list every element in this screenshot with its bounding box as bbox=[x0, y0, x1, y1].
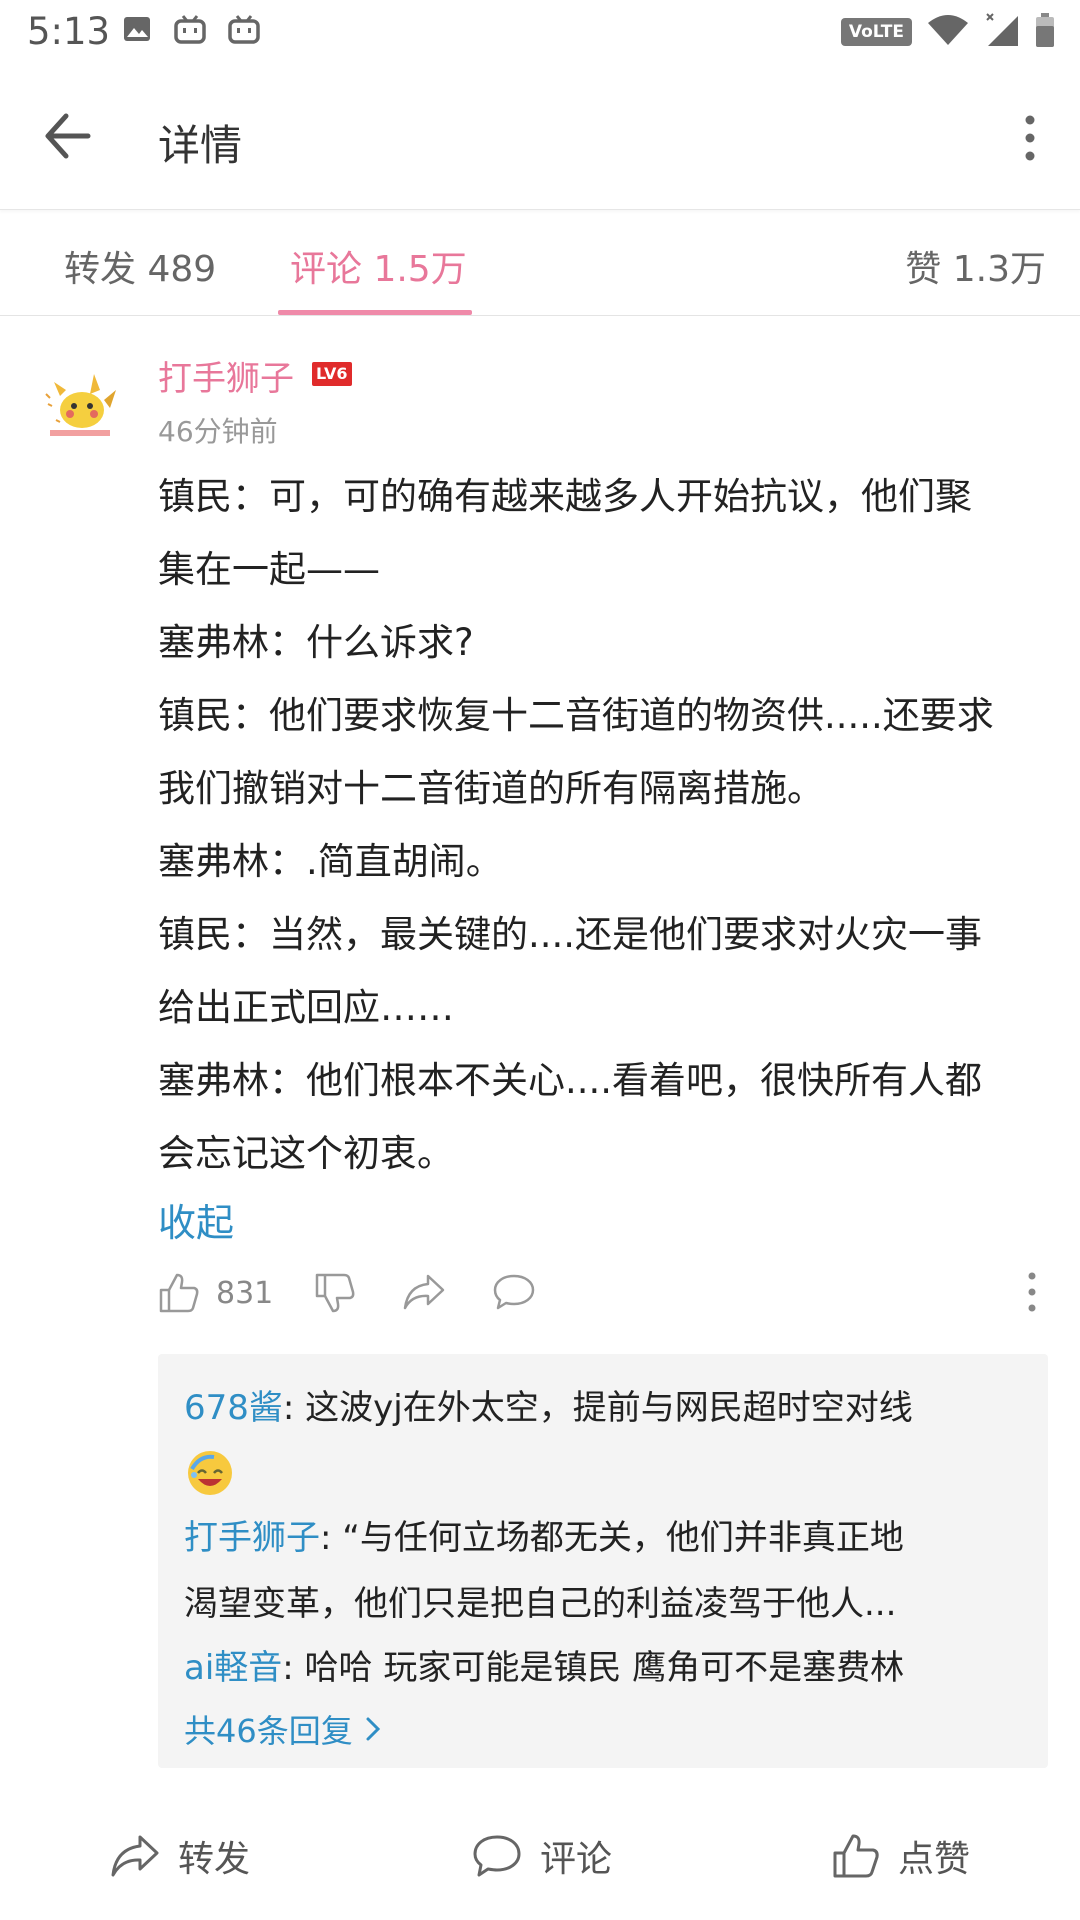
more-options-button[interactable] bbox=[1010, 108, 1050, 168]
reply-text: : 哈哈 玩家可能是镇民 鹰角可不是塞费林 bbox=[282, 1648, 905, 1688]
more-vertical-icon bbox=[1025, 115, 1035, 161]
app-bar: 详情 bbox=[0, 64, 1080, 210]
comment-more-button[interactable] bbox=[1026, 1270, 1038, 1314]
share-arrow-icon bbox=[111, 1835, 159, 1877]
share-button[interactable] bbox=[402, 1272, 446, 1312]
wifi-icon bbox=[926, 13, 970, 51]
comment-bubble-icon bbox=[493, 1274, 535, 1310]
detail-tabs: 转发 489 评论 1.5万 赞 1.3万 bbox=[0, 210, 1080, 316]
comment-username[interactable]: 打手狮子 bbox=[158, 351, 294, 400]
arrow-left-icon bbox=[45, 113, 91, 159]
reply-author[interactable]: 678酱 bbox=[184, 1388, 283, 1428]
comment-line: 给出正式回应…… bbox=[158, 986, 454, 1029]
comment-timestamp: 46分钟前 bbox=[158, 415, 278, 448]
avatar[interactable] bbox=[36, 360, 124, 448]
bottom-like-button[interactable]: 点赞 bbox=[832, 1830, 970, 1882]
signal-icon bbox=[984, 12, 1020, 52]
comment-line: 塞弗林：什么诉求? bbox=[158, 621, 474, 664]
bottom-comment-label: 评论 bbox=[540, 1839, 613, 1880]
thumbs-up-icon bbox=[833, 1834, 879, 1878]
share-arrow-icon bbox=[403, 1274, 445, 1310]
tab-comment[interactable]: 评论 1.5万 bbox=[290, 240, 467, 292]
comment-line: 会忘记这个初衷。 bbox=[158, 1132, 454, 1175]
level-badge: LV6 bbox=[312, 362, 352, 386]
bottom-repost-label: 转发 bbox=[178, 1839, 251, 1880]
back-button[interactable] bbox=[42, 110, 106, 166]
reply-button[interactable] bbox=[492, 1272, 536, 1312]
comment-line: 集在一起—— bbox=[158, 548, 380, 591]
tab-repost[interactable]: 转发 489 bbox=[64, 240, 216, 292]
system-icons: VoLTE bbox=[840, 12, 1056, 52]
status-time: 5:13 bbox=[27, 10, 111, 53]
pikachu-avatar-icon bbox=[36, 360, 124, 448]
bottom-repost-button[interactable]: 转发 bbox=[110, 1830, 250, 1882]
comment-content: 镇民：可，可的确有越来越多人开始抗议，他们聚 集在一起—— 塞弗林：什么诉求? … bbox=[158, 460, 1038, 1190]
like-button[interactable]: 831 bbox=[158, 1272, 273, 1314]
bottom-comment-button[interactable]: 评论 bbox=[472, 1830, 612, 1882]
replies-box[interactable]: 678酱: 这波yj在外太空，提前与网民超时空对线 打手狮子: “与任何立场都无… bbox=[158, 1354, 1048, 1768]
battery-icon bbox=[1034, 12, 1056, 52]
view-all-replies-link[interactable]: 共46条回复 bbox=[184, 1706, 381, 1752]
more-vertical-icon bbox=[1028, 1272, 1036, 1312]
notification-icons bbox=[122, 14, 260, 48]
like-count: 831 bbox=[216, 1275, 274, 1311]
comment-line: 镇民：可，可的确有越来越多人开始抗议，他们聚 bbox=[158, 475, 972, 518]
comment-bubble-icon bbox=[473, 1835, 521, 1877]
status-bar: 5:13 VoLTE bbox=[0, 0, 1080, 64]
bottom-like-label: 点赞 bbox=[898, 1839, 971, 1880]
comment-line: 塞弗林：他们根本不关心....看着吧，很快所有人都 bbox=[158, 1059, 983, 1102]
comment-line: 塞弗林：.简直胡闹。 bbox=[158, 840, 503, 883]
reply-author[interactable]: ai軽音 bbox=[184, 1648, 282, 1688]
reply-text: : “与任何立场都无关，他们并非真正地 bbox=[320, 1518, 904, 1558]
bilibili-tv-icon bbox=[228, 14, 260, 48]
reply-text: 渴望变革，他们只是把自己的利益凌驾于他人... bbox=[184, 1584, 897, 1624]
bottom-action-bar: 转发 评论 点赞 bbox=[0, 1800, 1080, 1920]
chevron-right-icon bbox=[366, 1717, 380, 1741]
active-tab-indicator bbox=[278, 310, 472, 315]
page-title: 详情 bbox=[158, 121, 243, 170]
reply-author[interactable]: 打手狮子 bbox=[184, 1518, 320, 1558]
total-replies-label: 共46条回复 bbox=[184, 1712, 353, 1750]
laughing-cry-emoji-icon bbox=[188, 1451, 232, 1495]
reply-text: : 这波yj在外太空，提前与网民超时空对线 bbox=[282, 1388, 913, 1428]
bilibili-tv-icon bbox=[174, 14, 206, 48]
thumbs-down-icon bbox=[315, 1273, 355, 1313]
comment-line: 镇民：当然，最关键的....还是他们要求对火灾一事 bbox=[158, 913, 983, 956]
comment-line: 我们撤销对十二音街道的所有隔离措施。 bbox=[158, 767, 824, 810]
reply-item[interactable]: ai軽音: 哈哈 玩家可能是镇民 鹰角可不是塞费林 bbox=[184, 1640, 904, 1689]
dislike-button[interactable] bbox=[314, 1272, 356, 1314]
reply-item-continuation[interactable]: 渴望变革，他们只是把自己的利益凌驾于他人... bbox=[184, 1576, 896, 1625]
reply-item[interactable]: 678酱: 这波yj在外太空，提前与网民超时空对线 bbox=[184, 1380, 913, 1429]
comment-line: 镇民：他们要求恢复十二音街道的物资供.....还要求 bbox=[158, 694, 994, 737]
collapse-link[interactable]: 收起 bbox=[158, 1192, 234, 1247]
comment-actions: 831 bbox=[158, 1268, 1038, 1324]
tab-like[interactable]: 赞 1.3万 bbox=[905, 240, 1046, 292]
gallery-icon bbox=[122, 14, 152, 48]
reply-item[interactable]: 打手狮子: “与任何立场都无关，他们并非真正地 bbox=[184, 1510, 904, 1559]
thumbs-up-icon bbox=[159, 1273, 199, 1313]
volte-icon: VoLTE bbox=[840, 18, 912, 46]
